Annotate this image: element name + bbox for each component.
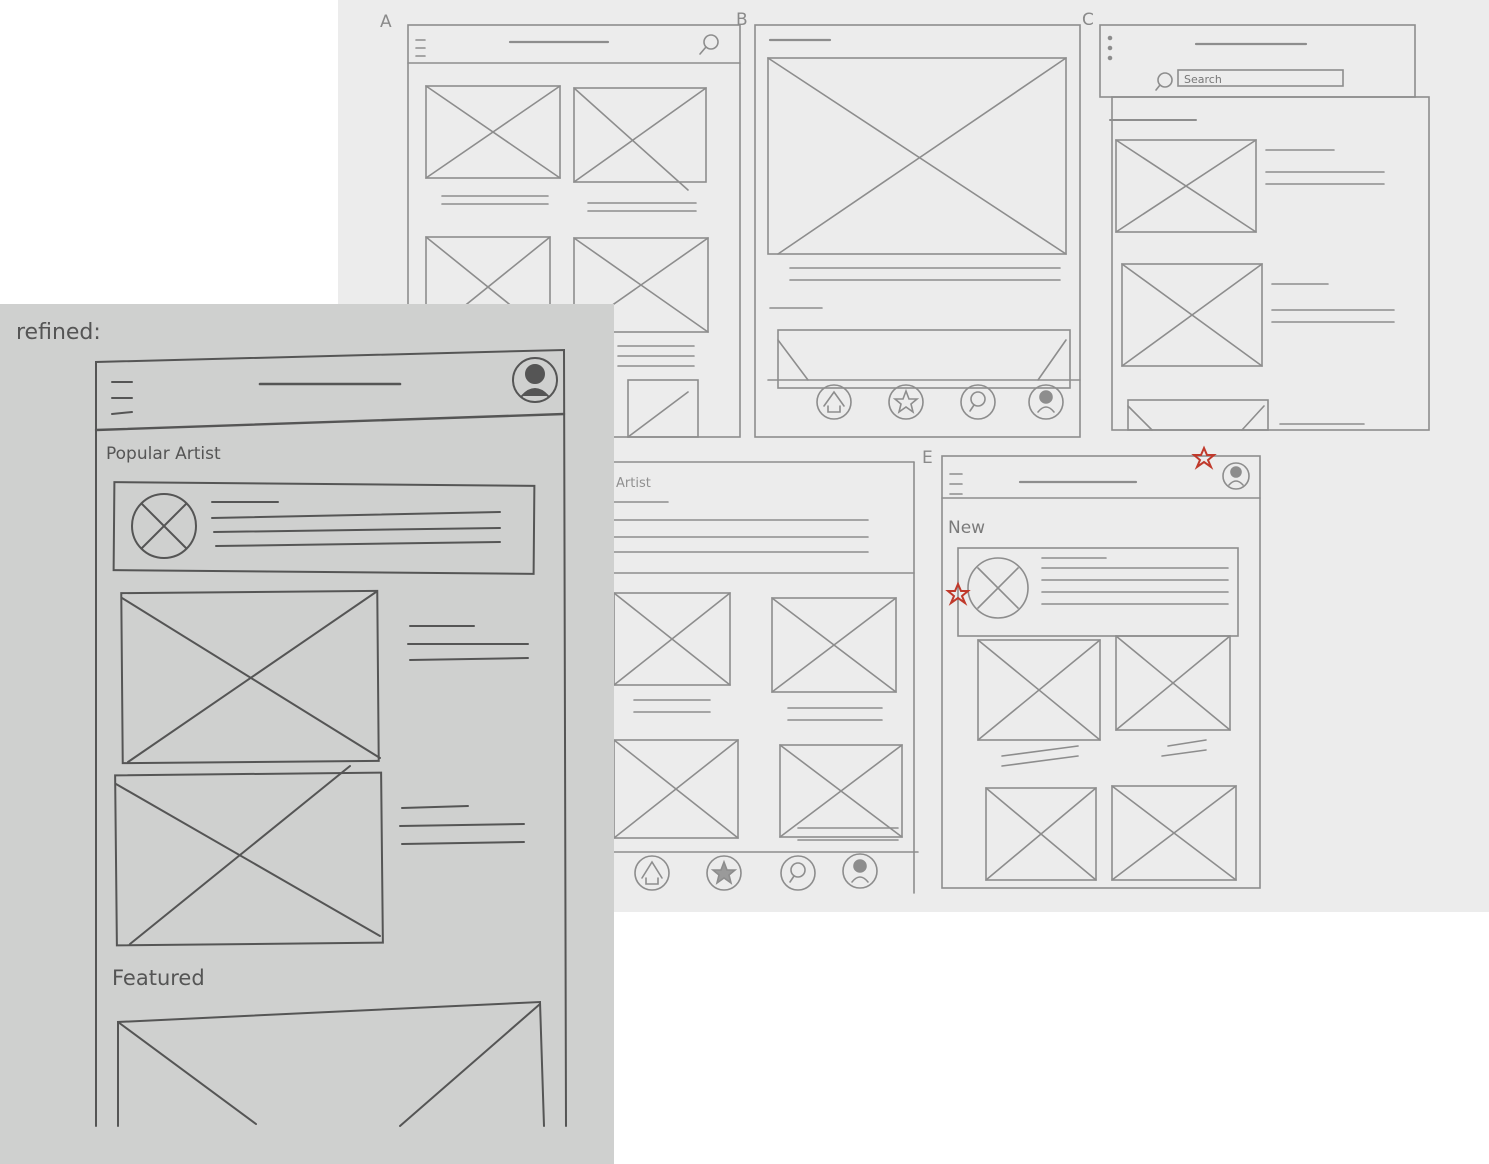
frame-c-letter: C <box>1082 10 1094 30</box>
section-title-popular: Popular Artist <box>106 444 221 464</box>
hamburger-menu-icon <box>949 473 963 495</box>
avatar-icon <box>1222 462 1250 490</box>
wireframe-d <box>613 461 919 894</box>
home-icon <box>634 855 670 891</box>
hamburger-menu-icon <box>415 39 426 57</box>
avatar-icon <box>512 357 558 403</box>
frame-e-letter: E <box>922 448 933 468</box>
frame-e-section-label: New <box>948 518 986 538</box>
star-icon <box>888 384 924 420</box>
wireframe-e <box>941 445 1261 889</box>
frame-d-section-label: Artist <box>616 476 651 491</box>
refined-sketch-sheet: refined: Popular Artist Featured <box>0 304 614 1164</box>
search-icon <box>780 855 816 891</box>
avatar-icon <box>1028 384 1064 420</box>
section-title-featured: Featured <box>112 966 205 990</box>
search-placeholder: Search <box>1184 73 1222 86</box>
artist-avatar-placeholder-icon <box>131 493 197 559</box>
avatar-icon <box>842 853 878 889</box>
avatar-placeholder-icon <box>967 557 1029 619</box>
star-icon <box>706 855 742 891</box>
search-icon <box>1155 72 1173 91</box>
refined-caption: refined: <box>16 320 101 345</box>
refined-wireframe <box>94 348 567 1127</box>
search-icon <box>699 34 719 55</box>
frame-a-letter: A <box>380 12 392 32</box>
home-icon <box>816 384 852 420</box>
wireframe-c <box>1099 24 1430 431</box>
hamburger-menu-icon <box>111 381 133 415</box>
frame-b-letter: B <box>736 10 748 30</box>
kebab-menu-icon <box>1107 35 1113 61</box>
wireframe-b <box>754 24 1081 438</box>
search-icon <box>960 384 996 420</box>
